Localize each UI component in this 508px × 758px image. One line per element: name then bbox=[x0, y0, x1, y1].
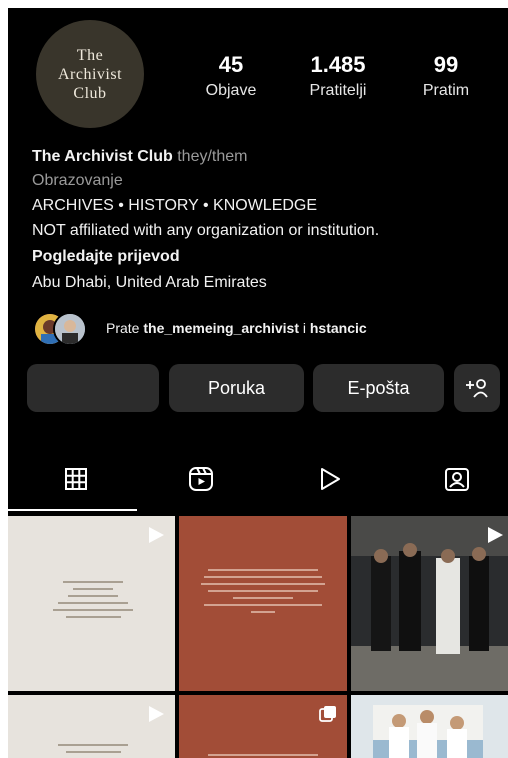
profile-category: Obrazovanje bbox=[32, 172, 123, 189]
followed-by-user-1: the_memeing_archivist bbox=[143, 320, 299, 336]
bio-line-1: ARCHIVES • HISTORY • KNOWLEDGE bbox=[32, 197, 318, 214]
reel-play-icon bbox=[149, 527, 164, 543]
followed-by-user-2: hstancic bbox=[309, 320, 367, 336]
post-thumbnail[interactable] bbox=[179, 695, 347, 758]
post-thumbnail[interactable] bbox=[351, 695, 508, 758]
posts-count: 45 bbox=[218, 52, 244, 77]
profile-pronouns: they/them bbox=[177, 148, 248, 165]
followed-by-text[interactable]: Prate the_memeing_archivist i hstancic bbox=[106, 320, 367, 336]
tagged-icon bbox=[445, 468, 469, 491]
see-translation-link[interactable]: Pogledajte prijevod bbox=[32, 248, 180, 266]
stat-followers[interactable]: 1.485 Pratitelji bbox=[293, 52, 383, 100]
tab-posts[interactable] bbox=[51, 460, 101, 498]
follower-avatar-2[interactable] bbox=[53, 312, 87, 346]
post-photo bbox=[351, 516, 508, 691]
tab-videos[interactable] bbox=[305, 460, 355, 498]
followed-by-separator: i bbox=[298, 320, 310, 336]
active-tab-indicator bbox=[8, 509, 137, 511]
posts-label: Objave bbox=[205, 82, 257, 99]
profile-avatar[interactable]: The Archivist Club bbox=[36, 20, 144, 128]
followers-count: 1.485 bbox=[310, 52, 366, 77]
add-person-icon bbox=[466, 379, 488, 398]
follower-avatar-2-image bbox=[55, 314, 85, 344]
message-button[interactable]: Poruka bbox=[169, 364, 304, 412]
email-button[interactable]: E-pošta bbox=[313, 364, 444, 412]
post-caption-lines bbox=[48, 576, 138, 623]
following-count: 99 bbox=[433, 52, 459, 77]
suggested-users-button[interactable] bbox=[454, 364, 500, 412]
post-caption-lines bbox=[199, 564, 327, 618]
stat-posts[interactable]: 45 Objave bbox=[197, 52, 265, 100]
grid-icon bbox=[65, 468, 87, 490]
post-thumbnail[interactable] bbox=[179, 516, 347, 691]
carousel-icon bbox=[319, 706, 336, 722]
reels-icon bbox=[189, 467, 213, 491]
post-photo bbox=[351, 695, 508, 758]
followed-by-prefix: Prate bbox=[106, 320, 144, 336]
post-thumbnail[interactable] bbox=[351, 516, 508, 691]
post-thumbnail[interactable] bbox=[8, 695, 175, 758]
bio-line-2: NOT affiliated with any organization or … bbox=[32, 222, 380, 239]
play-icon bbox=[321, 468, 340, 490]
profile-name: The Archivist Club bbox=[32, 148, 173, 165]
post-thumbnail[interactable] bbox=[8, 516, 175, 691]
post-caption-lines bbox=[48, 739, 138, 758]
tab-tagged[interactable] bbox=[432, 460, 482, 498]
profile-screen: The Archivist Club 45 Objave 1.485 Prati… bbox=[8, 8, 508, 758]
follow-button[interactable] bbox=[27, 364, 159, 412]
reel-play-icon bbox=[488, 527, 503, 543]
profile-name-line: The Archivist Club they/them bbox=[32, 148, 247, 166]
followers-label: Pratitelji bbox=[309, 82, 367, 99]
post-caption-lines bbox=[203, 749, 323, 758]
following-label: Pratim bbox=[422, 82, 470, 99]
profile-location[interactable]: Abu Dhabi, United Arab Emirates bbox=[32, 274, 267, 292]
stat-following[interactable]: 99 Pratim bbox=[406, 52, 486, 100]
avatar-logo-text: The Archivist Club bbox=[57, 46, 123, 102]
reel-play-icon bbox=[149, 706, 164, 722]
tab-reels[interactable] bbox=[176, 460, 226, 498]
